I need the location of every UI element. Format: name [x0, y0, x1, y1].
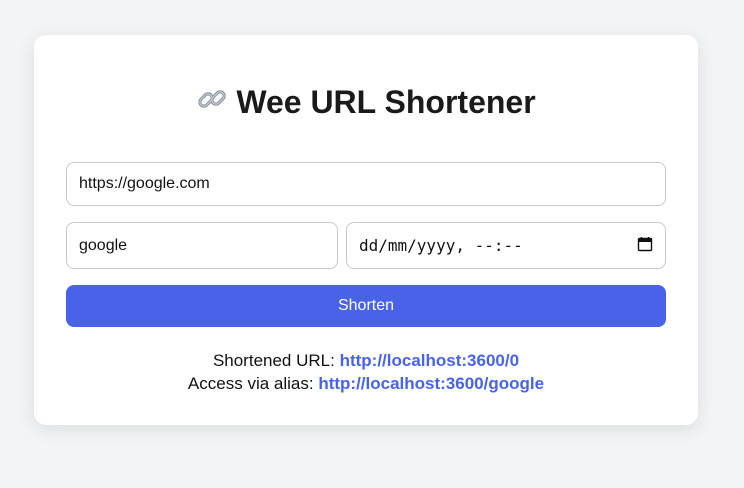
shortened-url-line: Shortened URL: http://localhost:3600/0 — [34, 351, 698, 371]
shorten-button[interactable]: Shorten — [66, 285, 666, 327]
url-input[interactable] — [66, 162, 666, 206]
datetime-placeholder: dd/mm/yyyy, --:-- — [359, 236, 523, 255]
page-title: Wee URL Shortener — [34, 86, 698, 120]
shortened-url-label: Shortened URL: — [212, 351, 335, 370]
alias-url-line: Access via alias: http://localhost:3600/… — [34, 374, 698, 394]
expiry-datetime-input[interactable]: dd/mm/yyyy, --:-- — [346, 222, 666, 269]
page-title-text: Wee URL Shortener — [236, 84, 536, 120]
alias-url-label: Access via alias: — [187, 374, 314, 393]
link-icon — [196, 83, 228, 120]
shortener-card: Wee URL Shortener dd/mm/yyyy, --:-- Shor… — [34, 35, 698, 425]
alias-input[interactable] — [66, 222, 338, 269]
shortened-url-link[interactable]: http://localhost:3600/0 — [340, 351, 519, 370]
calendar-icon[interactable] — [637, 236, 653, 256]
alias-url-link[interactable]: http://localhost:3600/google — [318, 374, 544, 393]
